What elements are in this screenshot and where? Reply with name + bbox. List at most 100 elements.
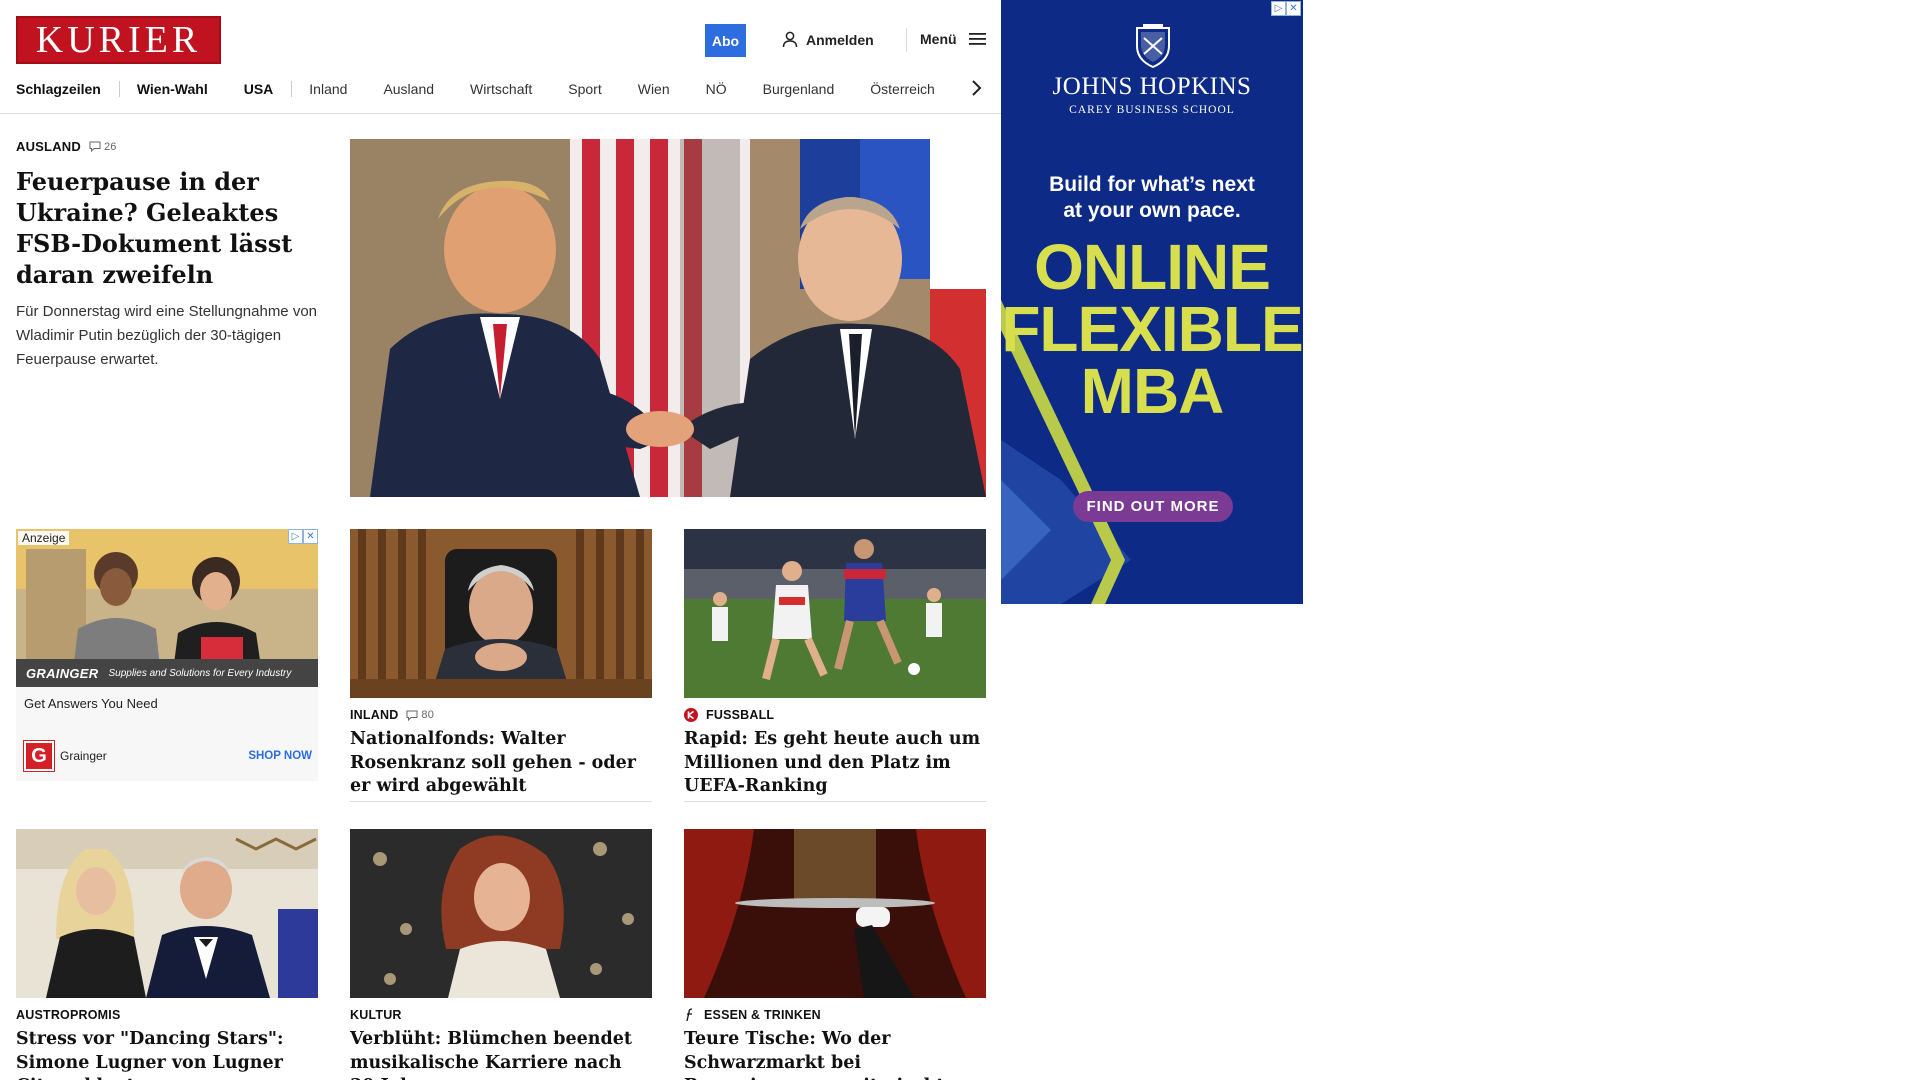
card-comment-count[interactable]: 80 [406,709,434,721]
nav-item-inland[interactable]: Inland [309,81,347,97]
ad-headline-line2: FLEXIBLE [1001,293,1303,365]
lead-article[interactable]: AUSLAND 26 Feuerpause in der Ukraine? Ge… [16,139,321,372]
lead-image[interactable] [350,139,986,497]
card-category: KULTUR [350,1008,402,1022]
lead-headline[interactable]: Feuerpause in der Ukraine? Geleaktes FSB… [16,166,321,290]
nav-item-oesterreich[interactable]: Österreich [870,81,935,97]
nav-divider [118,81,120,97]
article-image[interactable] [16,829,318,998]
nav-item-wien[interactable]: Wien [638,81,670,97]
ad-headline: ONLINE FLEXIBLE MBA [1001,231,1303,427]
article-card[interactable]: FUSSBALL Rapid: Es geht heute auch um Mi… [684,529,986,802]
sidebar-ad[interactable]: ▷ ✕ JOHNS HOPKINS CAREY BUSINESS SCHOOL … [1001,0,1303,604]
card-divider [350,801,652,802]
card-kicker: KULTUR [350,1008,652,1022]
comment-icon [406,710,418,721]
card-headline[interactable]: Nationalfonds: Walter Rosenkranz soll ge… [350,728,652,799]
comment-icon [89,141,101,152]
lead-comments: 26 [103,140,117,153]
johns-hopkins-wordmark: JOHNS HOPKINS [1052,73,1252,100]
hamburger-icon [968,33,986,45]
site-header: KURIER Abo Anmelden Menü Schlagzeilen Wi… [0,0,1001,114]
ad-image[interactable]: Anzeige ▷ ✕ GRAINGER Supplies and Soluti… [16,529,318,687]
login-button[interactable]: Anmelden [782,31,874,48]
logo-text: KURIER [35,19,202,61]
lead-comment-count[interactable]: 26 [89,141,117,153]
nav-item-ausland[interactable]: Ausland [383,81,434,97]
close-icon[interactable]: ✕ [1286,1,1301,16]
grainger-wordmark: GRAINGER [26,665,99,681]
article-image[interactable] [684,529,986,698]
lugner-photo [16,829,318,998]
grainger-tagline: Supplies and Solutions for Every Industr… [108,667,292,679]
login-label: Anmelden [806,31,874,48]
lead-kicker: AUSLAND 26 [16,139,321,154]
article-card[interactable]: AUSTROPROMIS Stress vor "Dancing Stars":… [16,829,318,1080]
card-kicker: AUSTROPROMIS [16,1008,318,1022]
ad-choices[interactable]: ▷ ✕ [1271,1,1301,16]
ad-badge: Anzeige [18,531,70,545]
nav-divider [291,81,293,97]
nav-item-wien-wahl[interactable]: Wien-Wahl [137,81,208,97]
bluemchen-photo [350,829,652,998]
card-category: INLAND [350,708,399,722]
card-headline[interactable]: Stress vor "Dancing Stars": Simone Lugne… [16,1028,318,1080]
waiter-tray-photo [684,829,986,998]
lead-teaser: Für Donnerstag wird eine Stellungnahme v… [16,303,318,368]
chevron-right-icon [972,80,982,96]
card-kicker: INLAND 80 [350,708,652,722]
nav-item-usa[interactable]: USA [244,81,274,97]
ad-title[interactable]: Get Answers You Need [16,687,318,711]
carey-business-school: CAREY BUSINESS SCHOOL [1069,104,1235,116]
native-ad[interactable]: Anzeige ▷ ✕ GRAINGER Supplies and Soluti… [16,529,318,781]
ad-footer: G Grainger SHOP NOW [24,741,312,771]
ad-banner-bar: GRAINGER Supplies and Solutions for Ever… [16,659,318,687]
ad-tagline-line2: at your own pace. [1063,199,1241,222]
main-nav: Schlagzeilen Wien-Wahl USA Inland Auslan… [16,78,971,100]
article-card[interactable]: INLAND 80 Nationalfonds: Walter Rosenkra… [350,529,652,802]
adchoices-icon[interactable]: ▷ [1271,1,1286,16]
lead-category: AUSLAND [16,139,81,154]
ad-tagline-line1: Build for what’s next [1049,173,1255,196]
grainger-logo-icon: G [24,741,54,771]
ad-headline-line1: ONLINE [1034,231,1271,303]
card-kicker: ESSEN & TRINKEN [684,1008,986,1022]
close-icon[interactable]: ✕ [303,529,318,544]
nav-item-wirtschaft[interactable]: Wirtschaft [470,81,532,97]
user-icon [782,31,798,48]
nav-next-button[interactable] [970,76,984,100]
nav-item-burgenland[interactable]: Burgenland [763,81,835,97]
shop-now-button[interactable]: SHOP NOW [248,750,312,762]
menu-button[interactable]: Menü [920,31,986,47]
card-category: FUSSBALL [706,708,775,722]
nav-item-noe[interactable]: NÖ [706,81,727,97]
card-headline[interactable]: Verblüht: Blümchen beendet musikalische … [350,1028,652,1080]
card-headline[interactable]: Rapid: Es geht heute auch um Millionen u… [684,728,986,799]
article-image[interactable] [350,829,652,998]
kurier-logo[interactable]: KURIER [16,16,221,64]
abo-button[interactable]: Abo [705,24,746,57]
nav-item-sport[interactable]: Sport [568,81,601,97]
adchoices-icon[interactable]: ▷ [288,529,303,544]
card-comments: 80 [421,709,435,721]
find-out-more-button[interactable]: FIND OUT MORE [1073,491,1233,522]
header-divider [906,28,907,52]
essen-trinken-icon [686,1008,693,1022]
card-headline[interactable]: Teure Tische: Wo der Schwarzmarkt bei Re… [684,1028,986,1080]
card-category: AUSTROPROMIS [16,1008,121,1022]
nav-item-schlagzeilen[interactable]: Schlagzeilen [16,81,101,97]
rapid-club-icon [684,708,698,722]
article-card[interactable]: KULTUR Verblüht: Blümchen beendet musika… [350,829,652,1080]
article-image[interactable] [350,529,652,698]
card-kicker: FUSSBALL [684,708,986,722]
card-category: ESSEN & TRINKEN [704,1008,821,1022]
ad-headline-line3: MBA [1080,355,1225,427]
football-photo [684,529,986,698]
ad-choices[interactable]: ▷ ✕ [288,529,318,544]
ad-brand[interactable]: Grainger [60,749,107,763]
rosenkranz-photo [350,529,652,698]
johns-hopkins-shield-icon [1136,24,1170,68]
article-card[interactable]: ESSEN & TRINKEN Teure Tische: Wo der Sch… [684,829,986,1080]
article-image[interactable] [684,829,986,998]
menu-label: Menü [920,31,957,47]
